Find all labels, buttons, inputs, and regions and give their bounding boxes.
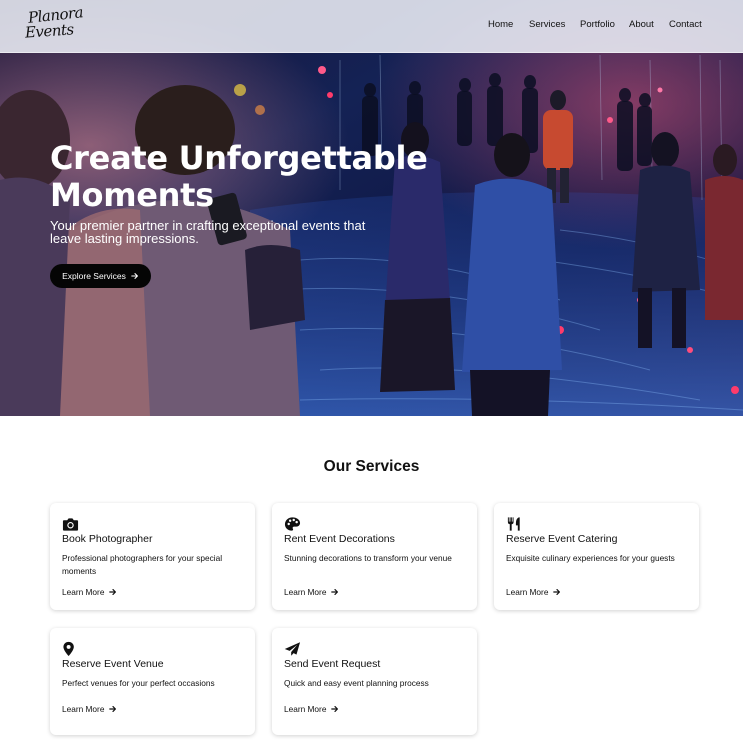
service-card-decorations[interactable]: Rent Event Decorations Stunning decorati…: [272, 503, 477, 610]
service-description: Stunning decorations to transform your v…: [284, 553, 452, 563]
service-title: Book Photographer: [62, 533, 153, 545]
nav-home[interactable]: Home: [488, 19, 513, 30]
hero-section: Planora Events Home Services Portfolio A…: [0, 0, 743, 416]
service-card-venue[interactable]: Reserve Event Venue Perfect venues for y…: [50, 628, 255, 735]
arrow-right-icon: [331, 706, 339, 712]
services-heading: Our Services: [323, 458, 420, 475]
service-title: Rent Event Decorations: [284, 533, 395, 545]
map-marker-icon: [63, 641, 74, 657]
service-description: Perfect venues for your perfect occasion…: [62, 678, 215, 688]
paper-plane-icon: [284, 642, 301, 656]
utensils-icon: [507, 517, 520, 531]
learn-more-link[interactable]: Learn More: [284, 587, 339, 597]
learn-more-label: Learn More: [506, 587, 549, 597]
learn-more-label: Learn More: [284, 704, 327, 714]
explore-services-button[interactable]: Explore Services: [50, 264, 151, 288]
arrow-right-icon: [131, 273, 138, 279]
service-title: Send Event Request: [284, 658, 381, 670]
service-description: Professional photographers for your spec…: [62, 553, 223, 576]
nav-services[interactable]: Services: [529, 19, 565, 30]
learn-more-link[interactable]: Learn More: [506, 587, 561, 597]
service-title: Reserve Event Catering: [506, 533, 618, 545]
palette-icon: [284, 517, 301, 531]
explore-services-label: Explore Services: [62, 271, 126, 281]
arrow-right-icon: [331, 589, 339, 595]
arrow-right-icon: [553, 589, 561, 595]
learn-more-label: Learn More: [62, 704, 105, 714]
arrow-right-icon: [109, 589, 117, 595]
service-description: Exquisite culinary experiences for your …: [506, 553, 675, 563]
service-description: Quick and easy event planning process: [284, 678, 429, 688]
service-card-request[interactable]: Send Event Request Quick and easy event …: [272, 628, 477, 735]
hero-subtitle: Your premier partner in crafting excepti…: [50, 218, 366, 246]
learn-more-label: Learn More: [284, 587, 327, 597]
navbar: Planora Events Home Services Portfolio A…: [0, 0, 743, 53]
learn-more-label: Learn More: [62, 587, 105, 597]
learn-more-link[interactable]: Learn More: [62, 704, 117, 714]
hero-title: Create Unforgettable Moments: [50, 139, 428, 214]
service-card-catering[interactable]: Reserve Event Catering Exquisite culinar…: [494, 503, 699, 610]
nav-links: Home Services Portfolio About Contact: [0, 19, 743, 35]
service-title: Reserve Event Venue: [62, 658, 164, 670]
learn-more-link[interactable]: Learn More: [62, 587, 117, 597]
nav-contact[interactable]: Contact: [669, 19, 702, 30]
nav-about[interactable]: About: [629, 19, 654, 30]
camera-icon: [62, 518, 79, 531]
arrow-right-icon: [109, 706, 117, 712]
service-card-photographer[interactable]: Book Photographer Professional photograp…: [50, 503, 255, 610]
nav-portfolio[interactable]: Portfolio: [580, 19, 615, 30]
learn-more-link[interactable]: Learn More: [284, 704, 339, 714]
